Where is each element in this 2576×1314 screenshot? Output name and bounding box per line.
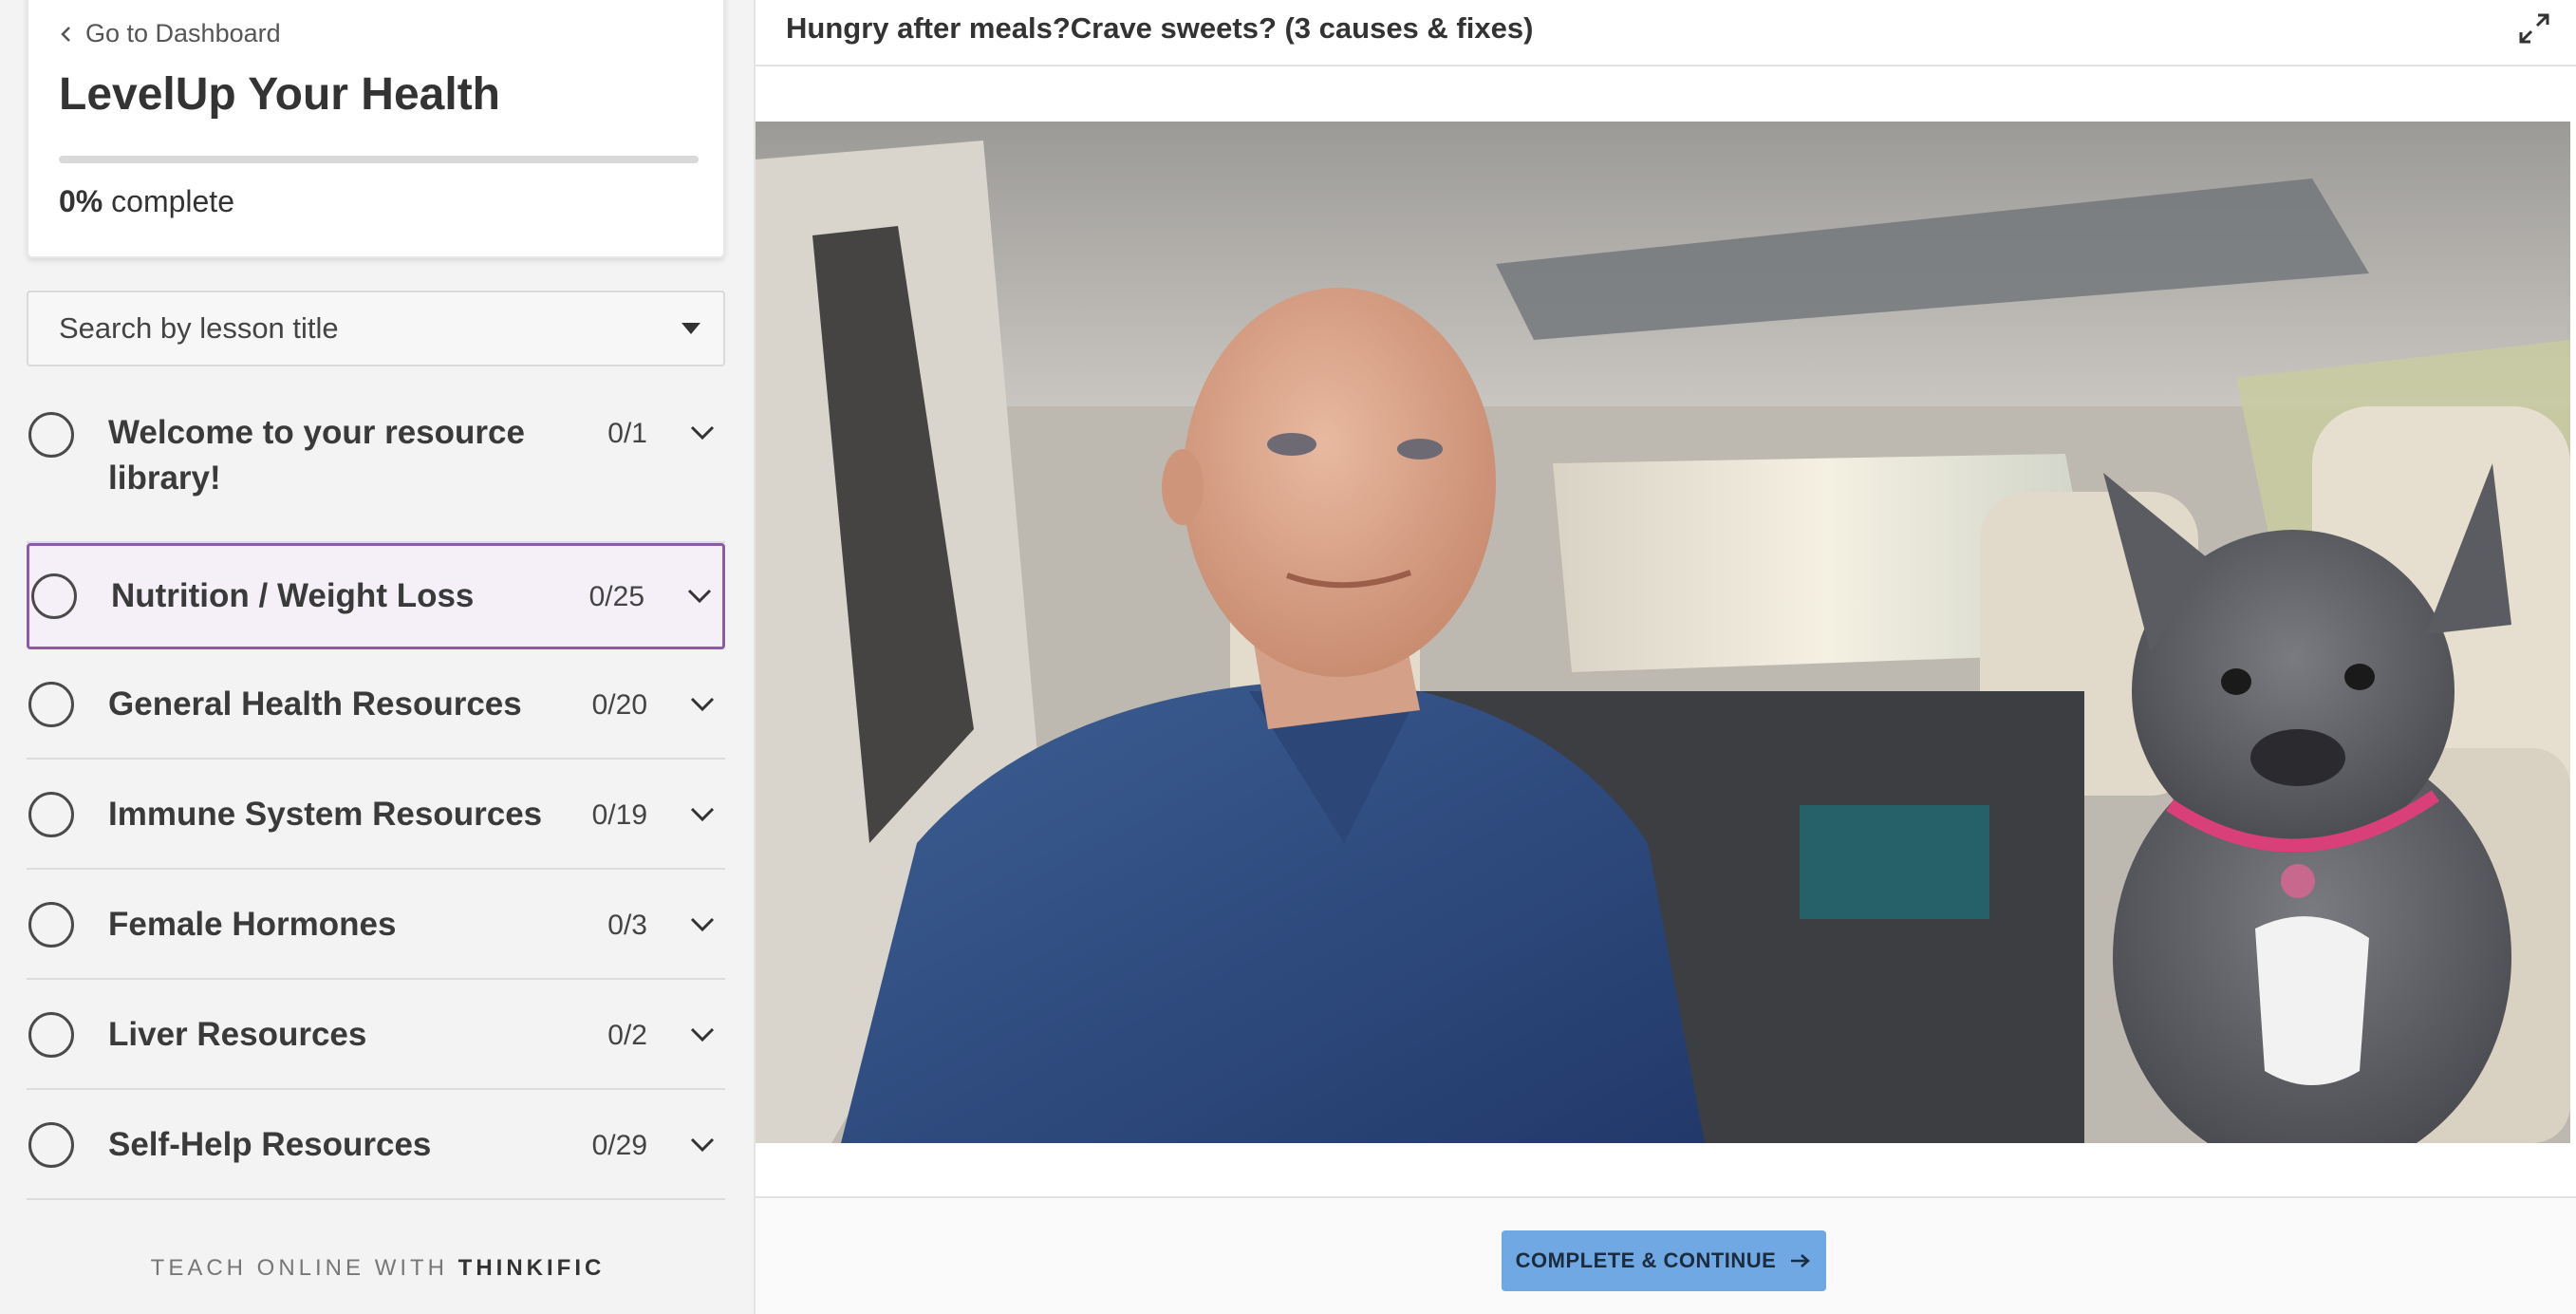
- chapter-lesson-count: 0/19: [591, 799, 647, 831]
- chevron-down-icon[interactable]: [689, 916, 716, 933]
- progress-text: 0% complete: [59, 184, 234, 219]
- circle-outline-icon: [28, 682, 74, 727]
- chapter-list: Welcome to your resource library! 0/1 Nutr…: [27, 387, 725, 1200]
- circle-outline-icon: [28, 1122, 74, 1168]
- lesson-search-select[interactable]: Search by lesson title: [27, 291, 725, 366]
- circle-outline-icon: [28, 792, 74, 837]
- circle-outline-icon: [28, 412, 74, 458]
- chapter-lesson-count: 0/29: [591, 1130, 647, 1161]
- lesson-content: Hungry after meals?Crave sweets? (3 caus…: [756, 0, 2576, 1314]
- lesson-video-player[interactable]: [756, 122, 2570, 1143]
- caret-down-icon: [681, 323, 700, 334]
- course-sidebar: Go to Dashboard LevelUp Your Health 0% c…: [0, 0, 756, 1314]
- footer-prefix: TEACH ONLINE WITH: [150, 1255, 458, 1281]
- complete-and-continue-button[interactable]: COMPLETE & CONTINUE: [1502, 1230, 1826, 1291]
- footer-brand: THINKIFIC: [457, 1255, 606, 1281]
- chevron-down-icon[interactable]: [689, 1026, 716, 1043]
- go-to-dashboard-label: Go to Dashboard: [85, 19, 281, 47]
- chevron-down-icon[interactable]: [689, 696, 716, 713]
- circle-outline-icon: [31, 573, 77, 619]
- progress-suffix: complete: [103, 184, 234, 218]
- chapter-row[interactable]: Immune System Resources 0/19: [27, 760, 725, 870]
- chapter-title: Liver Resources: [108, 1016, 367, 1053]
- circle-outline-icon: [28, 1012, 74, 1058]
- chapter-row[interactable]: Nutrition / Weight Loss 0/25: [27, 543, 725, 649]
- progress-percent: 0%: [59, 184, 103, 218]
- chevron-down-icon[interactable]: [689, 424, 716, 441]
- chapter-title: Self-Help Resources: [108, 1126, 432, 1163]
- chapter-lesson-count: 0/25: [588, 581, 644, 612]
- arrow-right-icon: [1791, 1254, 1811, 1267]
- video-frame: [756, 122, 2570, 1143]
- chapter-title: Welcome to your resource library!: [108, 414, 525, 497]
- chevron-down-icon[interactable]: [689, 1136, 716, 1154]
- chapter-row[interactable]: General Health Resources 0/20: [27, 649, 725, 760]
- chevron-left-icon: [61, 26, 70, 42]
- course-progress-card: Go to Dashboard LevelUp Your Health 0% c…: [27, 0, 725, 258]
- lesson-footer-bar: COMPLETE & CONTINUE: [756, 1196, 2576, 1314]
- chapter-lesson-count: 0/1: [607, 418, 647, 449]
- complete-and-continue-label: COMPLETE & CONTINUE: [1515, 1248, 1777, 1272]
- chapter-row[interactable]: Liver Resources 0/2: [27, 980, 725, 1090]
- lesson-header: Hungry after meals?Crave sweets? (3 caus…: [756, 0, 2576, 66]
- chapter-title: Nutrition / Weight Loss: [111, 577, 475, 614]
- course-progress-bar: [59, 156, 699, 163]
- chapter-title: Female Hormones: [108, 906, 397, 943]
- chapter-row[interactable]: Female Hormones 0/3: [27, 870, 725, 980]
- go-to-dashboard-link[interactable]: Go to Dashboard: [59, 19, 281, 48]
- thinkific-footer[interactable]: TEACH ONLINE WITH THINKIFIC: [0, 1255, 756, 1282]
- circle-outline-icon: [28, 902, 74, 948]
- lesson-search-placeholder: Search by lesson title: [59, 311, 339, 345]
- chapter-lesson-count: 0/20: [591, 689, 647, 721]
- chevron-down-icon[interactable]: [689, 806, 716, 823]
- chapter-title: Immune System Resources: [108, 796, 543, 833]
- chevron-down-icon[interactable]: [686, 588, 713, 605]
- course-title: LevelUp Your Health: [59, 69, 500, 120]
- chapter-lesson-count: 0/2: [607, 1020, 647, 1051]
- chapter-lesson-count: 0/3: [607, 910, 647, 941]
- chapter-title: General Health Resources: [108, 685, 522, 723]
- lesson-title: Hungry after meals?Crave sweets? (3 caus…: [786, 11, 1534, 45]
- chapter-row[interactable]: Self-Help Resources 0/29: [27, 1090, 725, 1200]
- expand-icon[interactable]: [2515, 9, 2553, 47]
- chapter-row[interactable]: Welcome to your resource library! 0/1: [27, 387, 725, 543]
